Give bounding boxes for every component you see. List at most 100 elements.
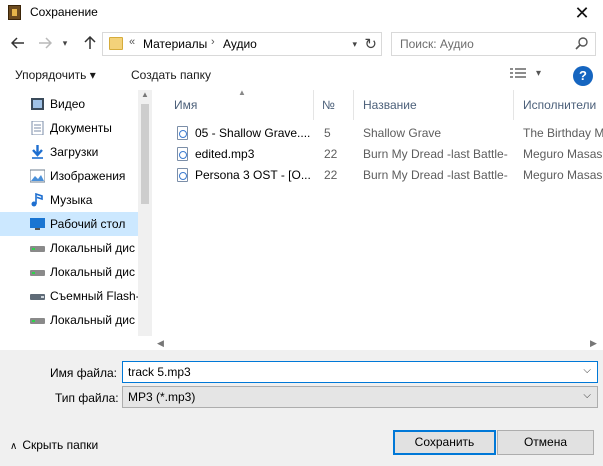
save-form: Имя файла: track 5.mp3 ⌵ Тип файла: MP3 … [0,350,603,466]
column-divider[interactable] [353,90,354,120]
command-bar: Упорядочить ▾ Создать папку ▾ ? [0,62,603,90]
sidebar-item-pictures[interactable]: Изображения [0,164,138,188]
audio-file-icon [177,147,188,161]
column-header-name[interactable]: Имя [174,98,197,112]
documents-icon [31,121,44,135]
arrow-left-icon [10,37,24,49]
sidebar-item-video[interactable]: Видео [0,92,138,116]
sidebar-item-label: Локальный дис [50,265,135,279]
refresh-icon[interactable]: ↻ [364,35,377,53]
file-row[interactable]: edited.mp3 22 Burn My Dread -last Battle… [171,144,603,165]
scroll-left-icon[interactable]: ◀ [157,336,164,350]
horizontal-scrollbar[interactable]: ◀ ▶ [0,336,603,350]
file-row[interactable]: Persona 3 OST - [O... 22 Burn My Dread -… [171,165,603,186]
hide-folders-label: Скрыть папки [22,438,99,452]
desktop-icon [30,218,45,230]
drive-icon [30,270,45,276]
filetype-select[interactable]: MP3 (*.mp3) ⌵ [122,386,598,408]
cancel-button[interactable]: Отмена [497,430,594,455]
file-row[interactable]: 05 - Shallow Grave.... 5 Shallow Grave T… [171,123,603,144]
file-title: Burn My Dread -last Battle- [363,168,508,182]
forward-button[interactable] [35,33,55,53]
column-divider[interactable] [513,90,514,120]
sidebar-item-label: Рабочий стол [50,217,126,231]
help-button[interactable]: ? [573,66,593,86]
sort-ascending-icon: ▲ [238,90,246,97]
chevron-down-icon: ▾ [536,68,542,79]
chevron-down-icon[interactable]: ⌵ [583,365,591,376]
sidebar-item-label: Видео [50,97,86,111]
filename-input[interactable]: track 5.mp3 [128,365,191,379]
file-title: Burn My Dread -last Battle- [363,147,508,161]
sidebar-item-downloads[interactable]: Загрузки [0,140,138,164]
chevron-right-icon: › [211,36,215,48]
drive-icon [30,246,45,252]
breadcrumb-audio[interactable]: Аудио [223,37,257,51]
title-bar: Сохранение ✕ [0,0,603,28]
change-view-button[interactable]: ▾ [510,68,546,84]
search-icon [575,37,588,50]
new-folder-button[interactable]: Создать папку [131,68,211,82]
navigation-pane: Видео Документы Загрузки Изображения Муз… [0,90,152,348]
video-icon [31,98,44,110]
address-dropdown-icon[interactable]: ▾ [352,39,357,50]
column-header-title[interactable]: Название [363,98,417,112]
file-artist: Meguro Masash [523,147,603,161]
column-divider[interactable] [313,90,314,120]
file-title: Shallow Grave [363,126,442,140]
file-name: 05 - Shallow Grave.... [195,126,310,140]
scroll-right-icon[interactable]: ▶ [590,336,597,350]
file-artist: Meguro Masash [523,168,603,182]
breadcrumb-materials[interactable]: Материалы [143,37,207,51]
sidebar-item-documents[interactable]: Документы [0,116,138,140]
close-button[interactable]: ✕ [571,2,593,24]
scroll-up-icon[interactable]: ▲ [141,90,149,99]
file-list: Имя ▲ № Название Исполнители 05 - Shallo… [155,90,603,348]
chevron-down-icon: ⌵ [583,390,591,401]
file-number: 22 [324,168,338,182]
sidebar-item-local-disk-1[interactable]: Локальный дис [0,236,138,260]
search-box[interactable]: Поиск: Аудио [391,32,596,56]
sidebar-scroll-thumb[interactable] [141,104,149,204]
sidebar-item-desktop[interactable]: Рабочий стол [0,212,138,236]
search-input[interactable]: Поиск: Аудио [400,37,474,51]
arrow-up-icon [84,35,96,49]
save-button[interactable]: Сохранить [393,430,496,455]
file-artist: The Birthday M [523,126,603,140]
sidebar-item-label: Музыка [50,193,93,207]
sidebar-item-local-disk-3[interactable]: Локальный дис [0,308,138,332]
sidebar-item-label: Локальный дис [50,313,135,327]
sidebar-item-label: Съемный Flash- [50,289,140,303]
downloads-icon [32,145,43,159]
sidebar-item-local-disk-2[interactable]: Локальный дис [0,260,138,284]
breadcrumb-overflow[interactable]: « [129,36,135,48]
chevron-down-icon: ▾ [62,38,68,48]
back-button[interactable] [8,33,28,53]
hide-folders-button[interactable]: ∧ Скрыть папки [10,438,98,452]
audio-file-icon [177,126,188,140]
column-header-number[interactable]: № [322,98,335,112]
filename-label: Имя файла: [50,366,117,380]
sidebar-item-label: Документы [50,121,112,135]
sidebar-item-label: Локальный дис [50,241,135,255]
usb-drive-icon [30,294,45,300]
app-icon [8,5,21,20]
recent-locations-button[interactable]: ▾ [58,33,72,53]
column-header-artists[interactable]: Исполнители [523,98,596,112]
file-name: Persona 3 OST - [O... [195,168,310,182]
filetype-label: Тип файла: [55,391,119,405]
file-number: 22 [324,147,338,161]
address-bar[interactable]: « Материалы › Аудио ▾ ↻ [102,32,382,56]
window-title: Сохранение [30,5,98,19]
drive-icon [30,318,45,324]
up-button[interactable] [80,33,100,53]
filename-field[interactable]: track 5.mp3 ⌵ [122,361,598,383]
music-icon [31,193,43,207]
organize-button[interactable]: Упорядочить ▾ [15,68,96,82]
navigation-bar: ▾ « Материалы › Аудио ▾ ↻ Поиск: Аудио [0,30,603,58]
details-view-icon [510,68,526,78]
sidebar-item-label: Загрузки [50,145,99,159]
sidebar-item-music[interactable]: Музыка [0,188,138,212]
audio-file-icon [177,168,188,182]
sidebar-item-removable-flash[interactable]: Съемный Flash- [0,284,140,308]
